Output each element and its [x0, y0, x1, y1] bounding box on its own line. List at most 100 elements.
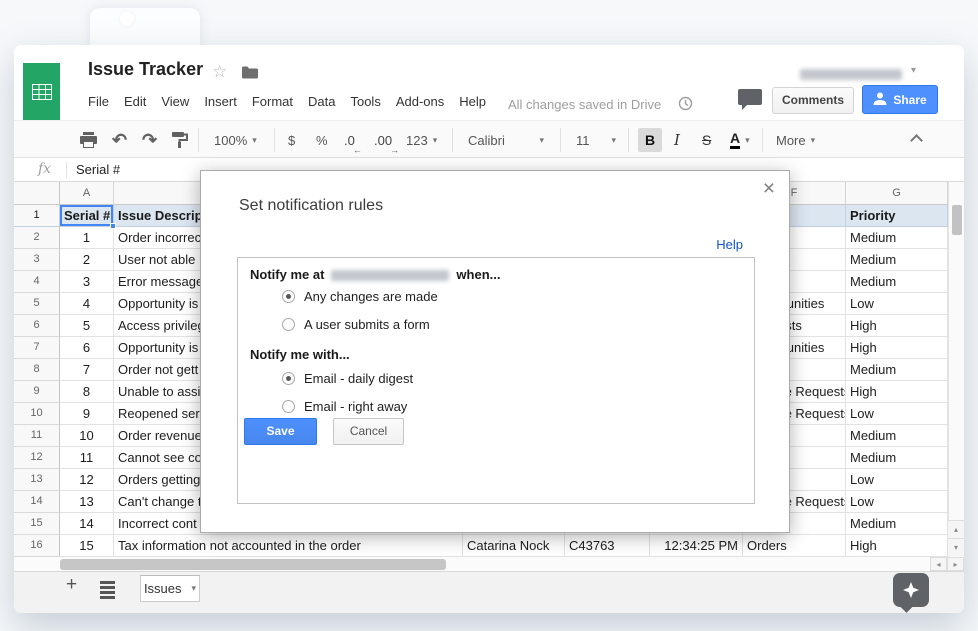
cell[interactable]: 15	[60, 535, 114, 557]
print-icon[interactable]	[80, 121, 97, 159]
radio-selected-icon[interactable]	[282, 290, 295, 303]
cell[interactable]: 3	[60, 271, 114, 293]
explore-button[interactable]	[893, 573, 929, 607]
row-header-8[interactable]: 8	[14, 359, 60, 381]
cell[interactable]: High	[846, 315, 948, 337]
cell[interactable]: High	[846, 535, 948, 557]
strikethrough-button[interactable]: S	[702, 121, 711, 159]
document-title[interactable]: Issue Tracker	[88, 59, 203, 80]
radio-option[interactable]: Email - daily digest	[282, 364, 413, 392]
text-color-button[interactable]: A▾	[730, 121, 750, 159]
row-header-15[interactable]: 15	[14, 513, 60, 535]
bold-button[interactable]: B	[638, 121, 662, 159]
fill-handle[interactable]	[110, 223, 116, 229]
format-currency-button[interactable]: $	[288, 121, 295, 159]
menu-insert[interactable]: Insert	[204, 94, 237, 109]
add-sheet-button[interactable]: +	[66, 574, 77, 596]
cell[interactable]: Medium	[846, 359, 948, 381]
revision-history-icon[interactable]	[678, 96, 693, 116]
zoom-select[interactable]: 100%▾	[214, 121, 257, 159]
menu-data[interactable]: Data	[308, 94, 335, 109]
radio-option[interactable]: Any changes are made	[282, 282, 438, 310]
row-header-9[interactable]: 9	[14, 381, 60, 403]
menu-file[interactable]: File	[88, 94, 109, 109]
cell[interactable]: 13	[60, 491, 114, 513]
row-header-10[interactable]: 10	[14, 403, 60, 425]
cell[interactable]: 10	[60, 425, 114, 447]
row-header-6[interactable]: 6	[14, 315, 60, 337]
vertical-scrollbar-thumb[interactable]	[952, 205, 962, 235]
cell[interactable]: Medium	[846, 425, 948, 447]
formula-input[interactable]: Serial #	[76, 162, 120, 177]
row-header-1[interactable]: 1	[14, 205, 60, 227]
column-header-G[interactable]: G	[846, 182, 948, 204]
column-header-A[interactable]: A	[60, 182, 114, 204]
more-toolbar-button[interactable]: More▾	[776, 121, 815, 159]
cancel-button[interactable]: Cancel	[333, 418, 404, 445]
cell[interactable]: Tax information not accounted in the ord…	[114, 535, 463, 557]
cell[interactable]: High	[846, 337, 948, 359]
row-header-16[interactable]: 16	[14, 535, 60, 557]
cell[interactable]: 7	[60, 359, 114, 381]
cell[interactable]: 12	[60, 469, 114, 491]
undo-icon[interactable]: ↶	[112, 121, 127, 159]
decrease-decimal-button[interactable]: .0←	[344, 121, 355, 159]
row-header-14[interactable]: 14	[14, 491, 60, 513]
scroll-down-icon[interactable]: ▾	[948, 538, 964, 556]
cell[interactable]: Medium	[846, 227, 948, 249]
horizontal-scrollbar[interactable]: ◂ ▸	[14, 557, 964, 571]
all-sheets-icon[interactable]	[100, 581, 115, 599]
select-all-corner[interactable]	[14, 182, 60, 204]
cell[interactable]: Medium	[846, 249, 948, 271]
cell[interactable]: 6	[60, 337, 114, 359]
scroll-left-icon[interactable]: ◂	[930, 557, 947, 571]
cell[interactable]: 14	[60, 513, 114, 535]
vertical-scrollbar[interactable]: ▴ ▾	[948, 182, 964, 557]
increase-decimal-button[interactable]: .00→	[374, 121, 392, 159]
cell[interactable]: 4	[60, 293, 114, 315]
close-icon[interactable]: ×	[763, 177, 775, 201]
italic-button[interactable]: I	[674, 121, 680, 159]
cell[interactable]: 2	[60, 249, 114, 271]
cell[interactable]: 12:34:25 PM	[650, 535, 743, 557]
cell[interactable]: Medium	[846, 271, 948, 293]
radio-selected-icon[interactable]	[282, 372, 295, 385]
comments-button[interactable]: Comments	[772, 87, 854, 114]
cell[interactable]: High	[846, 381, 948, 403]
share-button[interactable]: Share	[862, 85, 938, 114]
account-email-redacted[interactable]	[800, 69, 902, 80]
sheets-logo-icon[interactable]	[23, 63, 60, 120]
cell[interactable]: Orders	[743, 535, 846, 557]
cell[interactable]: 8	[60, 381, 114, 403]
menu-edit[interactable]: Edit	[124, 94, 146, 109]
menu-addons[interactable]: Add-ons	[396, 94, 444, 109]
paint-format-icon[interactable]	[172, 121, 188, 159]
account-caret-icon[interactable]: ▾	[911, 65, 916, 76]
menu-view[interactable]: View	[161, 94, 189, 109]
radio-option[interactable]: Email - right away	[282, 392, 413, 420]
collapse-toolbar-icon[interactable]	[912, 121, 921, 159]
cell[interactable]: Low	[846, 469, 948, 491]
cell[interactable]: Catarina Nock	[463, 535, 565, 557]
sheet-tab-issues[interactable]: Issues ▾	[140, 575, 200, 602]
scroll-right-icon[interactable]: ▸	[947, 557, 964, 571]
cell[interactable]: C43763	[565, 535, 650, 557]
font-select[interactable]: Calibri▾	[468, 121, 544, 159]
redo-icon[interactable]: ↷	[142, 121, 157, 159]
help-link[interactable]: Help	[716, 237, 743, 252]
horizontal-scrollbar-thumb[interactable]	[60, 559, 446, 570]
star-icon[interactable]: ☆	[212, 62, 227, 82]
save-status[interactable]: All changes saved in Drive	[508, 97, 661, 112]
row-header-4[interactable]: 4	[14, 271, 60, 293]
cell[interactable]: 9	[60, 403, 114, 425]
cell[interactable]: Low	[846, 293, 948, 315]
menu-format[interactable]: Format	[252, 94, 293, 109]
radio-unselected-icon[interactable]	[282, 318, 295, 331]
radio-option[interactable]: A user submits a form	[282, 310, 438, 338]
row-header-12[interactable]: 12	[14, 447, 60, 469]
row-header-2[interactable]: 2	[14, 227, 60, 249]
radio-unselected-icon[interactable]	[282, 400, 295, 413]
row-header-7[interactable]: 7	[14, 337, 60, 359]
scroll-up-icon[interactable]: ▴	[948, 520, 964, 538]
number-format-select[interactable]: 123▾	[406, 121, 437, 159]
